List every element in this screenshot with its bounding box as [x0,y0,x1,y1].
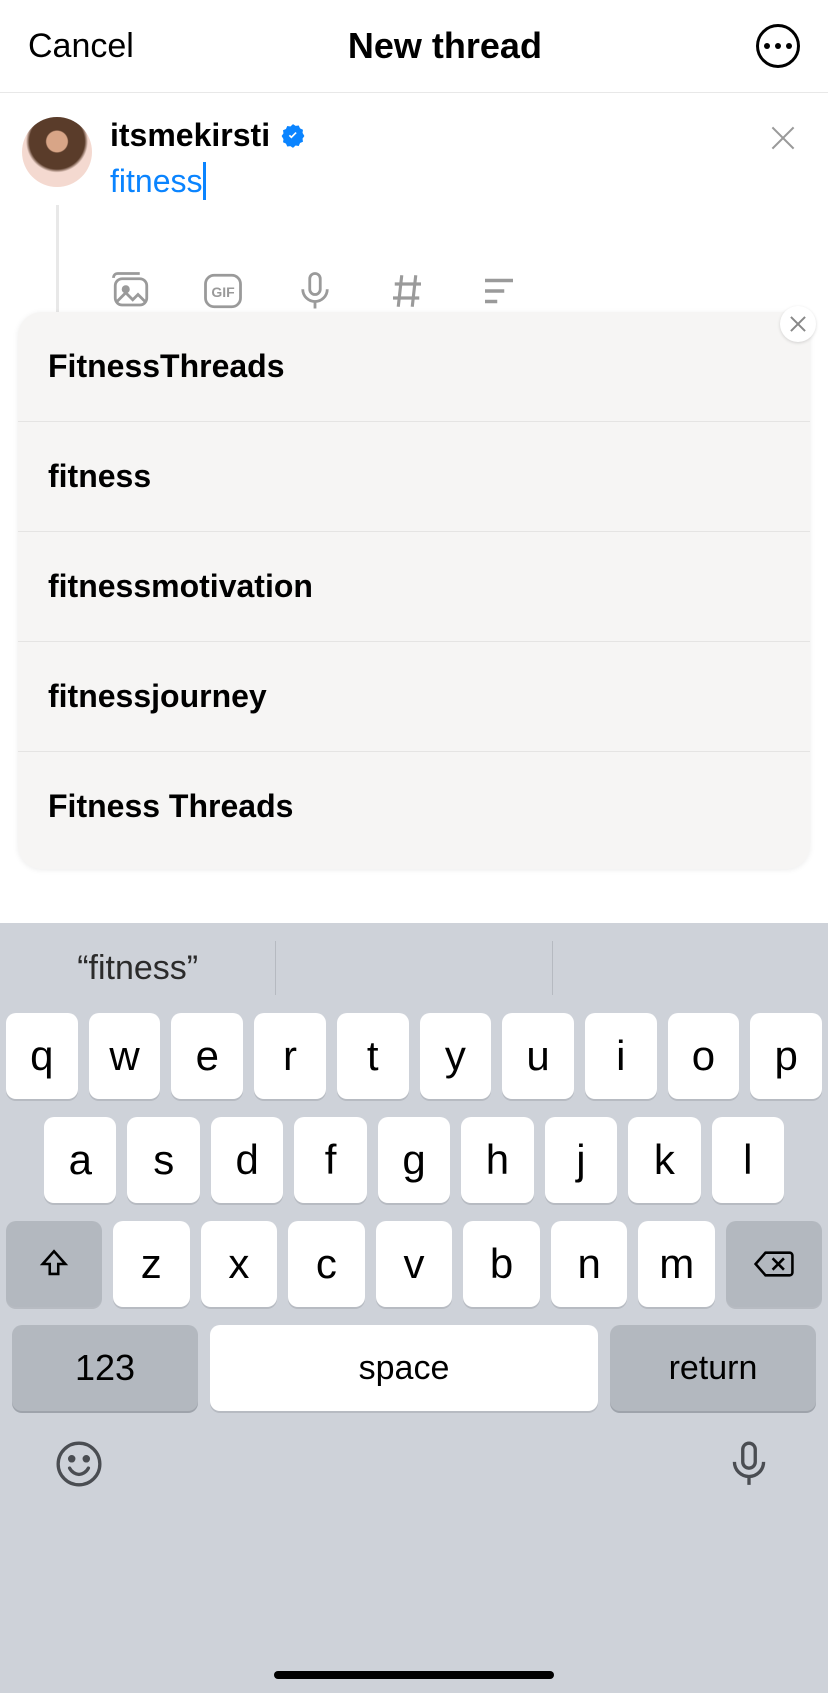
shift-icon [37,1247,71,1281]
verified-badge-icon [280,123,306,149]
key-w[interactable]: w [89,1013,161,1099]
keyboard: “fitness” q w e r t y u i o p a s d f g … [0,923,828,1693]
key-u[interactable]: u [502,1013,574,1099]
text-caret [203,162,206,200]
poll-icon[interactable] [478,270,520,312]
compose-area: itsmekirsti fitness [0,93,828,210]
keyboard-row-2: a s d f g h j k l [6,1117,822,1203]
backspace-key[interactable] [726,1221,822,1307]
suggestion-item[interactable]: FitnessThreads [18,312,810,422]
page-title: New thread [348,25,542,67]
key-k[interactable]: k [628,1117,700,1203]
keyboard-row-3: z x c v b n m [6,1221,822,1307]
space-key[interactable]: space [210,1325,598,1411]
key-x[interactable]: x [201,1221,278,1307]
key-g[interactable]: g [378,1117,450,1203]
key-v[interactable]: v [376,1221,453,1307]
keyboard-bottom-row [0,1411,828,1489]
key-j[interactable]: j [545,1117,617,1203]
keyboard-rows: q w e r t y u i o p a s d f g h j k l z [0,1013,828,1411]
compose-body: itsmekirsti fitness [92,117,806,200]
username-row: itsmekirsti [110,117,806,154]
key-m[interactable]: m [638,1221,715,1307]
dot-icon [764,43,770,49]
suggestion-item[interactable]: fitness [18,422,810,532]
hashtag-icon[interactable] [386,270,428,312]
backspace-icon [751,1247,797,1281]
key-y[interactable]: y [420,1013,492,1099]
typed-text: fitness [110,163,202,200]
key-o[interactable]: o [668,1013,740,1099]
clear-text-button[interactable] [768,123,798,153]
prediction-separator [552,941,553,995]
key-h[interactable]: h [461,1117,533,1203]
key-n[interactable]: n [551,1221,628,1307]
more-options-button[interactable] [756,24,800,68]
dictation-mic-icon[interactable] [724,1439,774,1489]
prediction-bar: “fitness” [0,923,828,1013]
mic-attach-icon[interactable] [294,270,336,312]
key-f[interactable]: f [294,1117,366,1203]
dot-icon [786,43,792,49]
prediction-suggestion[interactable]: “fitness” [0,949,275,988]
username-label: itsmekirsti [110,117,270,154]
key-q[interactable]: q [6,1013,78,1099]
key-c[interactable]: c [288,1221,365,1307]
numbers-key[interactable]: 123 [12,1325,198,1411]
keyboard-row-1: q w e r t y u i o p [6,1013,822,1099]
key-l[interactable]: l [712,1117,784,1203]
image-attach-icon[interactable] [110,270,152,312]
suggestion-item[interactable]: fitnessmotivation [18,532,810,642]
cancel-button[interactable]: Cancel [28,27,134,66]
close-suggestions-button[interactable] [780,306,816,342]
suggestion-item[interactable]: Fitness Threads [18,752,810,861]
tag-suggestions-panel: FitnessThreads fitness fitnessmotivation… [18,312,810,869]
avatar[interactable] [22,117,92,187]
key-i[interactable]: i [585,1013,657,1099]
header-bar: Cancel New thread [0,0,828,93]
suggestion-item[interactable]: fitnessjourney [18,642,810,752]
return-key[interactable]: return [610,1325,816,1411]
key-e[interactable]: e [171,1013,243,1099]
key-a[interactable]: a [44,1117,116,1203]
gif-attach-icon[interactable]: GIF [202,270,244,312]
key-s[interactable]: s [127,1117,199,1203]
shift-key[interactable] [6,1221,102,1307]
key-z[interactable]: z [113,1221,190,1307]
key-t[interactable]: t [337,1013,409,1099]
keyboard-row-4: 123 space return [6,1325,822,1411]
key-d[interactable]: d [211,1117,283,1203]
dot-icon [775,43,781,49]
svg-text:GIF: GIF [211,284,235,300]
emoji-keyboard-icon[interactable] [54,1439,104,1489]
key-r[interactable]: r [254,1013,326,1099]
key-b[interactable]: b [463,1221,540,1307]
home-indicator[interactable] [274,1671,554,1679]
prediction-separator [275,941,276,995]
compose-input[interactable]: fitness [110,162,806,200]
key-p[interactable]: p [750,1013,822,1099]
